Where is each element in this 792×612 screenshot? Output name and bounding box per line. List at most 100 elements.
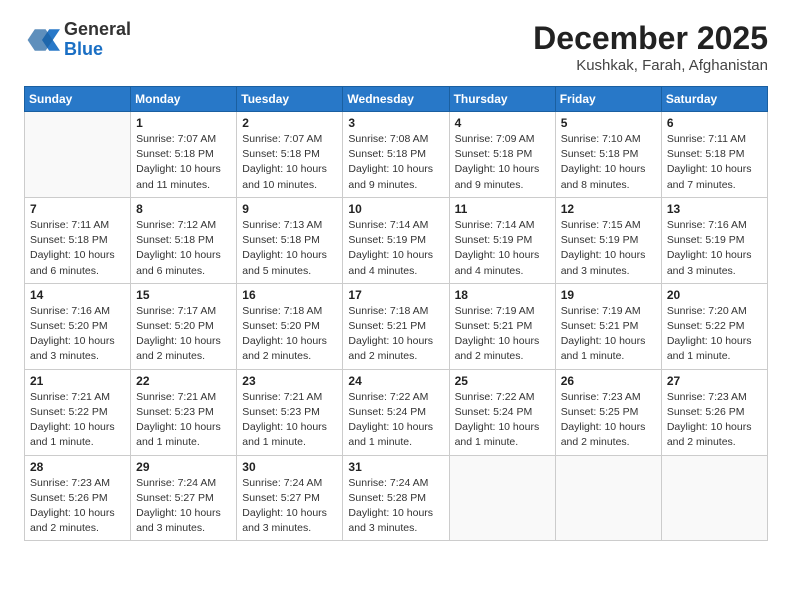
- day-number: 26: [561, 374, 656, 388]
- day-number: 14: [30, 288, 125, 302]
- day-info: Sunrise: 7:23 AM Sunset: 5:26 PM Dayligh…: [30, 476, 125, 537]
- logo-text: General Blue: [64, 20, 131, 60]
- table-row: 26 Sunrise: 7:23 AM Sunset: 5:25 PM Dayli…: [555, 369, 661, 455]
- table-row: 8Sunrise: 7:12 AM Sunset: 5:18 PM Daylig…: [131, 197, 237, 283]
- table-row: 19 Sunrise: 7:19 AM Sunset: 5:21 PM Dayli…: [555, 283, 661, 369]
- table-row: 28 Sunrise: 7:23 AM Sunset: 5:26 PM Dayli…: [25, 455, 131, 541]
- day-number: 9: [242, 202, 337, 216]
- day-info: Sunrise: 7:19 AM Sunset: 5:21 PM Dayligh…: [455, 304, 550, 365]
- table-row: [661, 455, 767, 541]
- day-info: Sunrise: 7:21 AM Sunset: 5:23 PM Dayligh…: [136, 390, 231, 451]
- day-number: 4: [455, 116, 550, 130]
- page: General Blue December 2025 Kushkak, Fara…: [0, 0, 792, 557]
- day-number: 1: [136, 116, 231, 130]
- table-row: 29 Sunrise: 7:24 AM Sunset: 5:27 PM Dayli…: [131, 455, 237, 541]
- day-number: 25: [455, 374, 550, 388]
- table-row: 15 Sunrise: 7:17 AM Sunset: 5:20 PM Dayli…: [131, 283, 237, 369]
- table-row: 12Sunrise: 7:15 AM Sunset: 5:19 PM Dayli…: [555, 197, 661, 283]
- table-row: 11 Sunrise: 7:14 AM Sunset: 5:19 PM Dayli…: [449, 197, 555, 283]
- table-row: 31 Sunrise: 7:24 AM Sunset: 5:28 PM Dayli…: [343, 455, 449, 541]
- day-number: 22: [136, 374, 231, 388]
- logo: General Blue: [24, 20, 131, 60]
- day-number: 28: [30, 460, 125, 474]
- table-row: 10Sunrise: 7:14 AM Sunset: 5:19 PM Dayli…: [343, 197, 449, 283]
- day-number: 31: [348, 460, 443, 474]
- day-number: 30: [242, 460, 337, 474]
- day-number: 20: [667, 288, 762, 302]
- table-row: [449, 455, 555, 541]
- table-row: 14 Sunrise: 7:16 AM Sunset: 5:20 PM Dayli…: [25, 283, 131, 369]
- table-row: 13 Sunrise: 7:16 AM Sunset: 5:19 PM Dayli…: [661, 197, 767, 283]
- table-row: 9 Sunrise: 7:13 AM Sunset: 5:18 PM Daylig…: [237, 197, 343, 283]
- table-row: [555, 455, 661, 541]
- table-row: 24 Sunrise: 7:22 AM Sunset: 5:24 PM Dayli…: [343, 369, 449, 455]
- table-row: 4 Sunrise: 7:09 AM Sunset: 5:18 PM Daylig…: [449, 112, 555, 198]
- day-info: Sunrise: 7:09 AM Sunset: 5:18 PM Dayligh…: [455, 132, 550, 193]
- day-number: 24: [348, 374, 443, 388]
- table-row: 5Sunrise: 7:10 AM Sunset: 5:18 PM Daylig…: [555, 112, 661, 198]
- day-info: Sunrise: 7:16 AM Sunset: 5:20 PM Dayligh…: [30, 304, 125, 365]
- day-info: Sunrise: 7:13 AM Sunset: 5:18 PM Dayligh…: [242, 218, 337, 279]
- day-info: Sunrise: 7:08 AM Sunset: 5:18 PM Dayligh…: [348, 132, 443, 193]
- table-row: 30 Sunrise: 7:24 AM Sunset: 5:27 PM Dayli…: [237, 455, 343, 541]
- table-row: 22 Sunrise: 7:21 AM Sunset: 5:23 PM Dayli…: [131, 369, 237, 455]
- day-info: Sunrise: 7:18 AM Sunset: 5:20 PM Dayligh…: [242, 304, 337, 365]
- day-info: Sunrise: 7:23 AM Sunset: 5:25 PM Dayligh…: [561, 390, 656, 451]
- day-number: 29: [136, 460, 231, 474]
- header: General Blue December 2025 Kushkak, Fara…: [24, 20, 768, 74]
- col-monday: Monday: [131, 87, 237, 112]
- day-number: 21: [30, 374, 125, 388]
- day-info: Sunrise: 7:18 AM Sunset: 5:21 PM Dayligh…: [348, 304, 443, 365]
- table-row: 6 Sunrise: 7:11 AM Sunset: 5:18 PM Daylig…: [661, 112, 767, 198]
- col-wednesday: Wednesday: [343, 87, 449, 112]
- day-number: 23: [242, 374, 337, 388]
- day-info: Sunrise: 7:19 AM Sunset: 5:21 PM Dayligh…: [561, 304, 656, 365]
- day-info: Sunrise: 7:22 AM Sunset: 5:24 PM Dayligh…: [348, 390, 443, 451]
- day-info: Sunrise: 7:20 AM Sunset: 5:22 PM Dayligh…: [667, 304, 762, 365]
- table-row: 17 Sunrise: 7:18 AM Sunset: 5:21 PM Dayli…: [343, 283, 449, 369]
- day-info: Sunrise: 7:21 AM Sunset: 5:23 PM Dayligh…: [242, 390, 337, 451]
- day-number: 27: [667, 374, 762, 388]
- table-row: 25 Sunrise: 7:22 AM Sunset: 5:24 PM Dayli…: [449, 369, 555, 455]
- day-number: 12: [561, 202, 656, 216]
- day-info: Sunrise: 7:24 AM Sunset: 5:28 PM Dayligh…: [348, 476, 443, 537]
- day-info: Sunrise: 7:21 AM Sunset: 5:22 PM Dayligh…: [30, 390, 125, 451]
- day-info: Sunrise: 7:10 AM Sunset: 5:18 PM Dayligh…: [561, 132, 656, 193]
- day-info: Sunrise: 7:16 AM Sunset: 5:19 PM Dayligh…: [667, 218, 762, 279]
- day-info: Sunrise: 7:17 AM Sunset: 5:20 PM Dayligh…: [136, 304, 231, 365]
- day-number: 13: [667, 202, 762, 216]
- day-info: Sunrise: 7:14 AM Sunset: 5:19 PM Dayligh…: [455, 218, 550, 279]
- day-number: 11: [455, 202, 550, 216]
- day-info: Sunrise: 7:24 AM Sunset: 5:27 PM Dayligh…: [242, 476, 337, 537]
- col-friday: Friday: [555, 87, 661, 112]
- day-info: Sunrise: 7:11 AM Sunset: 5:18 PM Dayligh…: [30, 218, 125, 279]
- day-number: 7: [30, 202, 125, 216]
- table-row: [25, 112, 131, 198]
- day-number: 6: [667, 116, 762, 130]
- day-number: 17: [348, 288, 443, 302]
- day-number: 19: [561, 288, 656, 302]
- day-info: Sunrise: 7:07 AM Sunset: 5:18 PM Dayligh…: [242, 132, 337, 193]
- logo-general: General: [64, 20, 131, 40]
- day-number: 18: [455, 288, 550, 302]
- col-sunday: Sunday: [25, 87, 131, 112]
- table-row: 1Sunrise: 7:07 AM Sunset: 5:18 PM Daylig…: [131, 112, 237, 198]
- day-info: Sunrise: 7:11 AM Sunset: 5:18 PM Dayligh…: [667, 132, 762, 193]
- table-row: 16Sunrise: 7:18 AM Sunset: 5:20 PM Dayli…: [237, 283, 343, 369]
- table-row: 20 Sunrise: 7:20 AM Sunset: 5:22 PM Dayli…: [661, 283, 767, 369]
- table-row: 18 Sunrise: 7:19 AM Sunset: 5:21 PM Dayli…: [449, 283, 555, 369]
- day-info: Sunrise: 7:12 AM Sunset: 5:18 PM Dayligh…: [136, 218, 231, 279]
- generalblue-icon: [24, 22, 60, 58]
- day-number: 10: [348, 202, 443, 216]
- month-title: December 2025: [533, 20, 768, 57]
- day-info: Sunrise: 7:24 AM Sunset: 5:27 PM Dayligh…: [136, 476, 231, 537]
- table-row: 2 Sunrise: 7:07 AM Sunset: 5:18 PM Daylig…: [237, 112, 343, 198]
- day-info: Sunrise: 7:22 AM Sunset: 5:24 PM Dayligh…: [455, 390, 550, 451]
- table-row: 27Sunrise: 7:23 AM Sunset: 5:26 PM Dayli…: [661, 369, 767, 455]
- table-row: 23 Sunrise: 7:21 AM Sunset: 5:23 PM Dayli…: [237, 369, 343, 455]
- day-number: 2: [242, 116, 337, 130]
- day-number: 15: [136, 288, 231, 302]
- location: Kushkak, Farah, Afghanistan: [533, 57, 768, 74]
- day-number: 3: [348, 116, 443, 130]
- calendar-header-row: Sunday Monday Tuesday Wednesday Thursday…: [25, 87, 768, 112]
